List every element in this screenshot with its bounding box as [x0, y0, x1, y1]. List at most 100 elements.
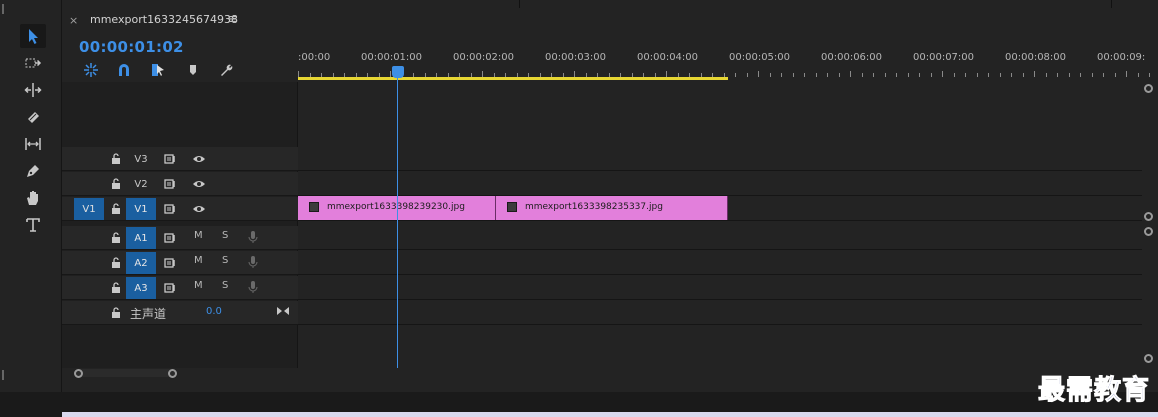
solo-button[interactable]: S	[222, 280, 228, 291]
mute-button[interactable]: M	[194, 280, 203, 291]
ruler-label: 00:00:06:00	[821, 52, 883, 63]
lane-master[interactable]	[298, 301, 1142, 325]
ruler-tick	[954, 73, 955, 77]
microphone-icon[interactable]	[248, 280, 258, 294]
ruler-label: 00:00:03:00	[545, 52, 607, 63]
type-tool-icon[interactable]	[20, 213, 46, 237]
eye-icon[interactable]	[192, 153, 206, 165]
track-header-a2: A2 M S	[62, 251, 298, 275]
panel-divider	[519, 0, 520, 8]
go-to-end-icon[interactable]	[276, 305, 290, 317]
vertical-scroll-knob[interactable]	[1144, 227, 1153, 236]
timeline-tab[interactable]: × mmexport1633245674938 ≡	[62, 8, 1158, 34]
ruler-tick	[1011, 73, 1012, 77]
ripple-edit-tool-icon[interactable]	[20, 78, 46, 102]
playhead-line[interactable]	[397, 66, 398, 368]
pen-tool-icon[interactable]	[20, 159, 46, 183]
vertical-scroll-knob[interactable]	[1144, 212, 1153, 221]
lock-icon[interactable]	[111, 257, 121, 268]
track-name-v1[interactable]: V1	[126, 198, 156, 220]
time-ruler[interactable]: :00:00 00:00:01:00 00:00:02:00 00:00:03:00 0…	[298, 46, 1158, 82]
tab-close-button[interactable]: ×	[69, 14, 78, 27]
track-name-a1[interactable]: A1	[126, 227, 156, 249]
vertical-scroll-knob[interactable]	[1144, 354, 1153, 363]
ruler-label: 00:00:02:00	[453, 52, 515, 63]
hand-tool-icon[interactable]	[20, 186, 46, 210]
watermark: 最需教育	[1038, 375, 1150, 407]
horizontal-scrollbar[interactable]	[74, 369, 176, 377]
eye-icon[interactable]	[192, 178, 206, 190]
ruler-tick	[793, 73, 794, 77]
ruler-label: 00:00:08:00	[1005, 52, 1067, 63]
sequence-name[interactable]: mmexport1633245674938	[90, 13, 238, 26]
microphone-icon[interactable]	[248, 255, 258, 269]
lane-a1[interactable]	[298, 226, 1142, 250]
track-header-v2: V2	[62, 172, 298, 196]
ruler-tick	[770, 73, 771, 77]
sync-lock-icon[interactable]	[164, 203, 178, 215]
ruler-tick	[1103, 73, 1104, 77]
eye-icon[interactable]	[192, 203, 206, 215]
wrench-icon[interactable]	[217, 62, 235, 78]
razor-tool-icon[interactable]	[20, 105, 46, 129]
track-select-tool-icon[interactable]	[20, 51, 46, 75]
microphone-icon[interactable]	[248, 230, 258, 244]
selection-tool-icon[interactable]	[20, 24, 46, 48]
linked-selection-icon[interactable]	[149, 62, 167, 78]
ruler-tick	[1126, 71, 1127, 77]
lock-icon[interactable]	[111, 282, 121, 293]
lane-a2[interactable]	[298, 251, 1142, 275]
sync-lock-icon[interactable]	[164, 282, 178, 294]
master-volume-value[interactable]: 0.0	[206, 306, 222, 317]
premiere-timeline-window: × mmexport1633245674938 ≡ 00:00:01:02 :0…	[0, 0, 1158, 417]
ruler-tick	[804, 73, 805, 77]
horizontal-scroll-knob[interactable]	[74, 369, 83, 378]
solo-button[interactable]: S	[222, 230, 228, 241]
ruler-tick	[839, 73, 840, 77]
track-name-v2[interactable]: V2	[126, 173, 156, 195]
vertical-scroll-knob[interactable]	[1144, 84, 1153, 93]
sync-lock-icon[interactable]	[164, 153, 178, 165]
track-name-a2[interactable]: A2	[126, 252, 156, 274]
playhead-timecode[interactable]: 00:00:01:02	[79, 38, 184, 56]
track-area[interactable]: mmexport1633398239230.jpg mmexport163339…	[298, 82, 1142, 368]
marker-icon[interactable]	[184, 62, 202, 78]
ruler-label: 00:00:04:00	[637, 52, 699, 63]
ruler-tick	[896, 73, 897, 77]
track-header-v1: V1 V1	[62, 197, 298, 221]
solo-button[interactable]: S	[222, 255, 228, 266]
lock-icon[interactable]	[111, 203, 121, 214]
lock-icon[interactable]	[111, 178, 121, 189]
magnet-icon[interactable]	[115, 62, 133, 78]
sync-lock-icon[interactable]	[164, 178, 178, 190]
video-clip[interactable]: mmexport1633398235337.jpg	[496, 196, 728, 220]
ruler-tick	[919, 73, 920, 77]
lock-icon[interactable]	[111, 232, 121, 243]
ruler-tick	[781, 73, 782, 77]
ruler-tick	[1080, 73, 1081, 77]
mute-button[interactable]: M	[194, 230, 203, 241]
work-area-bar[interactable]	[298, 77, 728, 80]
ruler-label: 00:00:09:	[1097, 52, 1146, 63]
lane-a3[interactable]	[298, 276, 1142, 300]
lock-icon[interactable]	[111, 307, 121, 318]
horizontal-scroll-knob[interactable]	[168, 369, 177, 378]
panel-menu-icon[interactable]: ≡	[227, 12, 238, 27]
mute-button[interactable]: M	[194, 255, 203, 266]
snap-icon[interactable]	[82, 62, 100, 78]
sync-lock-icon[interactable]	[164, 232, 178, 244]
ruler-tick	[1115, 73, 1116, 77]
fx-badge-icon	[309, 202, 319, 212]
clip-label: mmexport1633398239230.jpg	[327, 202, 465, 212]
lock-icon[interactable]	[111, 153, 121, 164]
slip-tool-icon[interactable]	[20, 132, 46, 156]
ruler-tick	[862, 73, 863, 77]
source-patch-v1[interactable]: V1	[74, 198, 104, 220]
lane-v2[interactable]	[298, 172, 1142, 196]
track-name-a3[interactable]: A3	[126, 277, 156, 299]
playhead-handle[interactable]	[392, 66, 404, 78]
sync-lock-icon[interactable]	[164, 257, 178, 269]
track-name-v3[interactable]: V3	[126, 148, 156, 170]
lane-v3[interactable]	[298, 147, 1142, 171]
tools-panel-edge	[2, 0, 4, 392]
